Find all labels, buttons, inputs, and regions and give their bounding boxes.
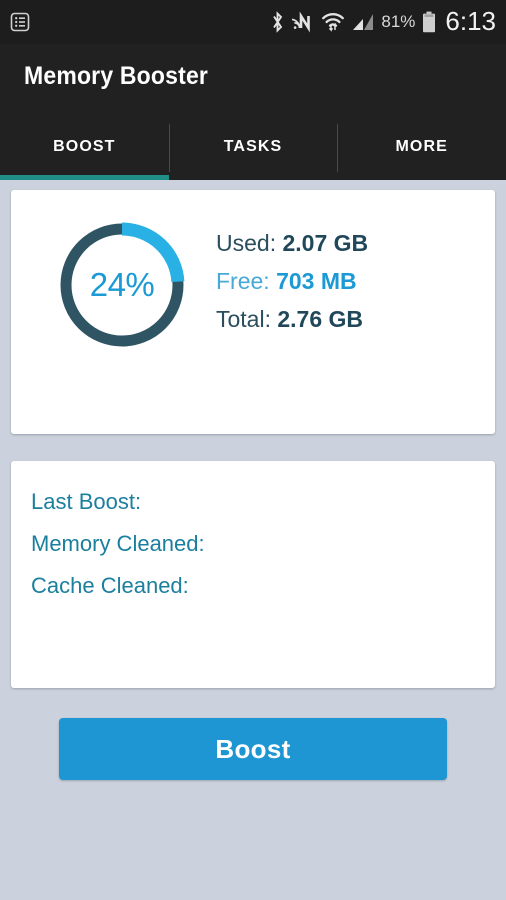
notification-list-icon [10, 12, 30, 32]
nfc-icon [292, 11, 314, 33]
tab-bar: BOOST TASKS MORE [0, 120, 506, 180]
tab-boost-label: BOOST [53, 138, 116, 155]
boost-history-card: Last Boost: Memory Cleaned: Cache Cleane… [11, 461, 495, 688]
last-boost-row: Last Boost: [31, 490, 205, 513]
tab-more-label: MORE [395, 138, 448, 155]
wifi-icon [321, 11, 345, 33]
last-boost-label: Last Boost: [31, 489, 142, 514]
memory-total-label: Total: [216, 306, 271, 333]
content-area: 24% Used: 2.07 GB Free: 703 MB Total: 2.… [0, 180, 506, 900]
battery-icon [422, 11, 436, 33]
cache-cleaned-label: Cache Cleaned: [31, 573, 189, 599]
memory-used-row: Used: 2.07 GB [216, 231, 368, 255]
bluetooth-icon [270, 11, 285, 33]
status-bar: 81% 6:13 [0, 0, 506, 44]
boost-history-list: Last Boost: Memory Cleaned: Cache Cleane… [31, 490, 205, 597]
battery-percent-label: 81% [381, 12, 416, 31]
status-bar-clock: 6:13 [445, 6, 496, 36]
memory-usage-card: 24% Used: 2.07 GB Free: 703 MB Total: 2.… [11, 190, 495, 434]
memory-percent-label: 24% [89, 266, 155, 303]
tab-boost[interactable]: BOOST [0, 120, 169, 180]
status-bar-left-icons [10, 12, 30, 32]
memory-free-value: 703 MB [276, 268, 357, 295]
memory-stats-list: Used: 2.07 GB Free: 703 MB Total: 2.76 G… [216, 231, 368, 331]
cellular-signal-icon [352, 12, 374, 32]
memory-total-row: Total: 2.76 GB [216, 307, 368, 331]
memory-used-value: 2.07 GB [282, 230, 369, 256]
phone-screen: 81% 6:13 Memory Booster BOOST TASKS MORE [0, 0, 506, 900]
app-title: Memory Booster [24, 62, 209, 90]
memory-used-label: Used: [216, 230, 277, 256]
memory-cleaned-label: Memory Cleaned: [31, 531, 205, 557]
memory-free-row: Free: 703 MB [216, 269, 368, 293]
status-bar-right-icons: 81% 6:13 [270, 6, 496, 36]
tab-more[interactable]: MORE [337, 120, 506, 180]
tab-tasks[interactable]: TASKS [168, 120, 338, 180]
memory-total-value: 2.76 GB [277, 306, 364, 333]
app-bar: Memory Booster [0, 44, 506, 120]
boost-button[interactable]: Boost [59, 718, 447, 780]
memory-cleaned-row: Memory Cleaned: [31, 532, 205, 555]
tab-tasks-label: TASKS [223, 138, 283, 155]
memory-free-label: Free: [216, 268, 270, 295]
memory-donut-chart: 24% [53, 216, 191, 354]
cache-cleaned-row: Cache Cleaned: [31, 574, 205, 597]
